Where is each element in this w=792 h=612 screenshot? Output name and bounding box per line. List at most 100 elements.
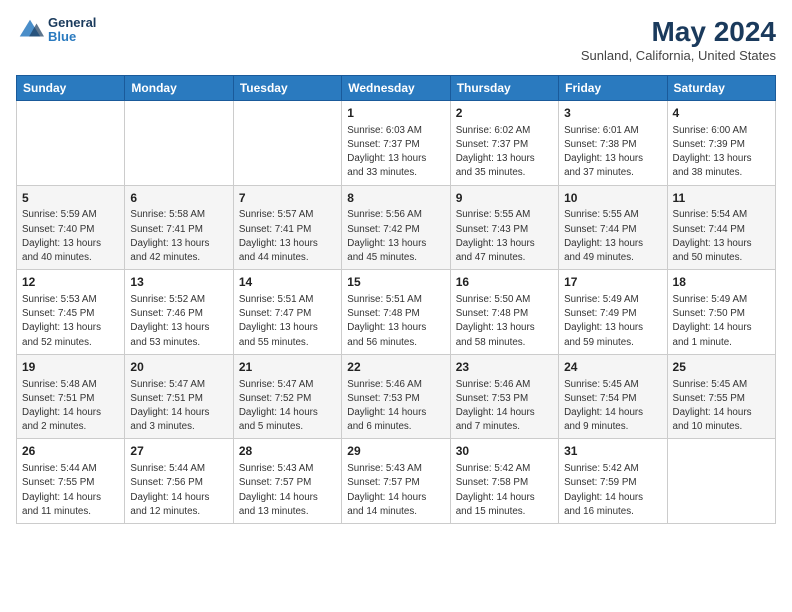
day-number: 7 — [239, 190, 336, 207]
day-cell: 13 Sunrise: 5:52 AM Sunset: 7:46 PM Dayli… — [125, 270, 233, 355]
day-content: Sunrise: 5:50 AM Sunset: 7:48 PM Dayligh… — [456, 293, 553, 350]
day-cell: 28 Sunrise: 5:43 AM Sunset: 7:57 PM Dayli… — [233, 439, 341, 524]
day-cell: 11Sunrise: 5:54 AM Sunset: 7:44 PM Dayli… — [667, 185, 775, 270]
day-content: Sunrise: 5:49 AM Sunset: 7:49 PM Dayligh… — [564, 293, 661, 350]
day-content: Sunrise: 5:54 AM Sunset: 7:44 PM Dayligh… — [673, 208, 770, 265]
day-number: 30 — [456, 443, 553, 460]
day-content: Sunrise: 5:55 AM Sunset: 7:43 PM Dayligh… — [456, 208, 553, 265]
day-cell: 22 Sunrise: 5:46 AM Sunset: 7:53 PM Dayli… — [342, 354, 450, 439]
day-number: 2 — [456, 105, 553, 122]
day-content: Sunrise: 5:45 AM Sunset: 7:54 PM Dayligh… — [564, 378, 661, 435]
day-number: 9 — [456, 190, 553, 207]
day-content: Sunrise: 5:51 AM Sunset: 7:47 PM Dayligh… — [239, 293, 336, 350]
day-cell: 18 Sunrise: 5:49 AM Sunset: 7:50 PM Dayli… — [667, 270, 775, 355]
week-row-1: 1 Sunrise: 6:03 AM Sunset: 7:37 PM Daylig… — [17, 101, 776, 186]
week-row-3: 12 Sunrise: 5:53 AM Sunset: 7:45 PM Dayli… — [17, 270, 776, 355]
calendar-table: SundayMondayTuesdayWednesdayThursdayFrid… — [16, 75, 776, 524]
day-cell: 10Sunrise: 5:55 AM Sunset: 7:44 PM Dayli… — [559, 185, 667, 270]
day-content: Sunrise: 5:57 AM Sunset: 7:41 PM Dayligh… — [239, 208, 336, 265]
day-number: 29 — [347, 443, 444, 460]
logo: General Blue — [16, 16, 96, 45]
day-cell: 29 Sunrise: 5:43 AM Sunset: 7:57 PM Dayli… — [342, 439, 450, 524]
page-header: General Blue May 2024 Sunland, Californi… — [16, 16, 776, 63]
day-number: 12 — [22, 274, 119, 291]
day-cell: 12 Sunrise: 5:53 AM Sunset: 7:45 PM Dayli… — [17, 270, 125, 355]
day-cell — [233, 101, 341, 186]
day-number: 23 — [456, 359, 553, 376]
day-content: Sunrise: 5:53 AM Sunset: 7:45 PM Dayligh… — [22, 293, 119, 350]
header-sunday: Sunday — [17, 76, 125, 101]
header-friday: Friday — [559, 76, 667, 101]
day-number: 3 — [564, 105, 661, 122]
day-number: 17 — [564, 274, 661, 291]
day-content: Sunrise: 5:45 AM Sunset: 7:55 PM Dayligh… — [673, 378, 770, 435]
day-number: 22 — [347, 359, 444, 376]
day-cell: 15 Sunrise: 5:51 AM Sunset: 7:48 PM Dayli… — [342, 270, 450, 355]
header-tuesday: Tuesday — [233, 76, 341, 101]
header-saturday: Saturday — [667, 76, 775, 101]
day-number: 18 — [673, 274, 770, 291]
day-number: 15 — [347, 274, 444, 291]
day-number: 31 — [564, 443, 661, 460]
day-cell: 26 Sunrise: 5:44 AM Sunset: 7:55 PM Dayli… — [17, 439, 125, 524]
day-content: Sunrise: 5:52 AM Sunset: 7:46 PM Dayligh… — [130, 293, 227, 350]
day-cell — [17, 101, 125, 186]
day-content: Sunrise: 5:58 AM Sunset: 7:41 PM Dayligh… — [130, 208, 227, 265]
day-cell: 17 Sunrise: 5:49 AM Sunset: 7:49 PM Dayli… — [559, 270, 667, 355]
day-number: 27 — [130, 443, 227, 460]
day-cell: 1 Sunrise: 6:03 AM Sunset: 7:37 PM Daylig… — [342, 101, 450, 186]
day-cell: 16 Sunrise: 5:50 AM Sunset: 7:48 PM Dayli… — [450, 270, 558, 355]
day-content: Sunrise: 5:43 AM Sunset: 7:57 PM Dayligh… — [347, 462, 444, 519]
calendar-header-row: SundayMondayTuesdayWednesdayThursdayFrid… — [17, 76, 776, 101]
header-monday: Monday — [125, 76, 233, 101]
day-cell: 3Sunrise: 6:01 AM Sunset: 7:38 PM Daylig… — [559, 101, 667, 186]
day-cell — [667, 439, 775, 524]
page-subtitle: Sunland, California, United States — [581, 48, 776, 63]
day-content: Sunrise: 5:51 AM Sunset: 7:48 PM Dayligh… — [347, 293, 444, 350]
logo-line1: General — [48, 16, 96, 30]
day-content: Sunrise: 5:47 AM Sunset: 7:52 PM Dayligh… — [239, 378, 336, 435]
day-cell: 9Sunrise: 5:55 AM Sunset: 7:43 PM Daylig… — [450, 185, 558, 270]
day-number: 5 — [22, 190, 119, 207]
day-cell: 6Sunrise: 5:58 AM Sunset: 7:41 PM Daylig… — [125, 185, 233, 270]
day-content: Sunrise: 5:49 AM Sunset: 7:50 PM Dayligh… — [673, 293, 770, 350]
day-number: 13 — [130, 274, 227, 291]
title-block: May 2024 Sunland, California, United Sta… — [581, 16, 776, 63]
day-number: 20 — [130, 359, 227, 376]
week-row-2: 5Sunrise: 5:59 AM Sunset: 7:40 PM Daylig… — [17, 185, 776, 270]
day-cell: 2 Sunrise: 6:02 AM Sunset: 7:37 PM Daylig… — [450, 101, 558, 186]
day-content: Sunrise: 5:55 AM Sunset: 7:44 PM Dayligh… — [564, 208, 661, 265]
day-cell: 8Sunrise: 5:56 AM Sunset: 7:42 PM Daylig… — [342, 185, 450, 270]
logo-line2: Blue — [48, 30, 96, 44]
day-number: 28 — [239, 443, 336, 460]
day-content: Sunrise: 5:42 AM Sunset: 7:59 PM Dayligh… — [564, 462, 661, 519]
day-content: Sunrise: 5:42 AM Sunset: 7:58 PM Dayligh… — [456, 462, 553, 519]
week-row-4: 19Sunrise: 5:48 AM Sunset: 7:51 PM Dayli… — [17, 354, 776, 439]
day-content: Sunrise: 5:46 AM Sunset: 7:53 PM Dayligh… — [456, 378, 553, 435]
day-number: 25 — [673, 359, 770, 376]
day-content: Sunrise: 5:46 AM Sunset: 7:53 PM Dayligh… — [347, 378, 444, 435]
day-content: Sunrise: 5:44 AM Sunset: 7:56 PM Dayligh… — [130, 462, 227, 519]
day-number: 8 — [347, 190, 444, 207]
day-number: 26 — [22, 443, 119, 460]
day-content: Sunrise: 5:44 AM Sunset: 7:55 PM Dayligh… — [22, 462, 119, 519]
header-thursday: Thursday — [450, 76, 558, 101]
day-cell: 4 Sunrise: 6:00 AM Sunset: 7:39 PM Daylig… — [667, 101, 775, 186]
day-number: 16 — [456, 274, 553, 291]
day-content: Sunrise: 5:47 AM Sunset: 7:51 PM Dayligh… — [130, 378, 227, 435]
day-content: Sunrise: 6:02 AM Sunset: 7:37 PM Dayligh… — [456, 124, 553, 181]
day-cell: 30 Sunrise: 5:42 AM Sunset: 7:58 PM Dayli… — [450, 439, 558, 524]
day-cell: 31 Sunrise: 5:42 AM Sunset: 7:59 PM Dayli… — [559, 439, 667, 524]
day-cell: 14 Sunrise: 5:51 AM Sunset: 7:47 PM Dayli… — [233, 270, 341, 355]
day-content: Sunrise: 6:00 AM Sunset: 7:39 PM Dayligh… — [673, 124, 770, 181]
day-cell: 19Sunrise: 5:48 AM Sunset: 7:51 PM Dayli… — [17, 354, 125, 439]
logo-icon — [16, 16, 44, 44]
day-number: 19 — [22, 359, 119, 376]
day-cell: 5Sunrise: 5:59 AM Sunset: 7:40 PM Daylig… — [17, 185, 125, 270]
day-number: 4 — [673, 105, 770, 122]
day-content: Sunrise: 6:03 AM Sunset: 7:37 PM Dayligh… — [347, 124, 444, 181]
day-number: 1 — [347, 105, 444, 122]
day-number: 14 — [239, 274, 336, 291]
day-content: Sunrise: 5:43 AM Sunset: 7:57 PM Dayligh… — [239, 462, 336, 519]
day-number: 24 — [564, 359, 661, 376]
